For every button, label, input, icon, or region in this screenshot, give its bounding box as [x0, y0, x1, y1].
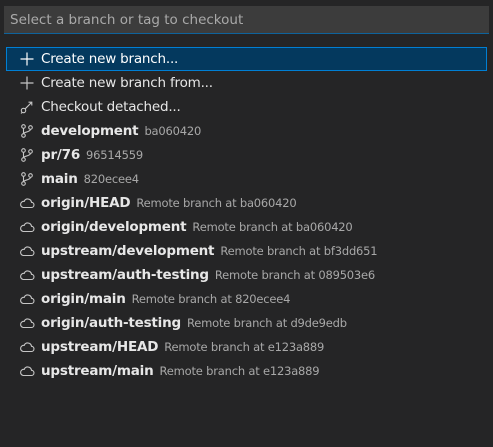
branch-list-item-label: Create new branch from... [41, 75, 213, 91]
plus-icon [18, 50, 36, 68]
branch-list-item-description: Remote branch at d9de9edb [186, 316, 347, 330]
branch-quick-pick: Create new branch... Create new branch fr… [0, 0, 493, 447]
branch-filter-input-box [4, 6, 489, 34]
branch-list-item[interactable]: origin/main Remote branch at 820ecee4 [0, 287, 493, 311]
branch-list-item-description: Remote branch at ba060420 [192, 220, 353, 234]
plus-icon [18, 74, 36, 92]
branch-list-item[interactable]: main 820ecee4 [0, 167, 493, 191]
cloud-icon [18, 362, 36, 380]
cloud-icon [18, 266, 36, 284]
branch-list-item[interactable]: origin/development Remote branch at ba060… [0, 215, 493, 239]
branch-list-item-description: Remote branch at ba060420 [136, 196, 297, 210]
branch-list-item[interactable]: origin/auth-testing Remote branch at d9de… [0, 311, 493, 335]
branch-list-item[interactable]: upstream/development Remote branch at bf3… [0, 239, 493, 263]
branch-list-item-label: upstream/development [41, 243, 215, 259]
branch-list-item-description: Remote branch at e123a889 [159, 364, 320, 378]
branch-filter-input[interactable] [4, 6, 489, 33]
branch-list-item-label: origin/HEAD [41, 195, 131, 211]
branch-list-item-label: upstream/auth-testing [41, 267, 209, 283]
branch-list-item[interactable]: pr/76 96514559 [0, 143, 493, 167]
branch-list-item-label: Create new branch... [41, 51, 179, 67]
branch-list-item-label: origin/main [41, 291, 126, 307]
cloud-icon [18, 242, 36, 260]
cloud-icon [18, 314, 36, 332]
git-commit-detached-icon [18, 98, 36, 116]
branch-list-item[interactable]: upstream/HEAD Remote branch at e123a889 [0, 335, 493, 359]
branch-list-item-label: development [41, 123, 139, 139]
branch-list-item-label: pr/76 [41, 147, 81, 163]
branch-list-item-label: upstream/HEAD [41, 339, 159, 355]
branch-list-item[interactable]: upstream/main Remote branch at e123a889 [0, 359, 493, 383]
branch-list-item[interactable]: development ba060420 [0, 119, 493, 143]
branch-list-item-label: origin/auth-testing [41, 315, 181, 331]
branch-list-item-label: upstream/main [41, 363, 154, 379]
cloud-icon [18, 290, 36, 308]
branch-list-item[interactable]: Create new branch... [6, 47, 487, 71]
branch-list-item-description: 96514559 [86, 148, 143, 162]
git-branch-icon [18, 170, 36, 188]
cloud-icon [18, 338, 36, 356]
branch-list-item-description: Remote branch at 820ecee4 [131, 292, 291, 306]
git-branch-icon [18, 146, 36, 164]
branch-list-item-description: Remote branch at bf3dd651 [220, 244, 378, 258]
branch-list-item-label: origin/development [41, 219, 187, 235]
branch-list-item-description: Remote branch at e123a889 [164, 340, 325, 354]
branch-list-item[interactable]: Checkout detached... [0, 95, 493, 119]
branch-list-item[interactable]: origin/HEAD Remote branch at ba060420 [0, 191, 493, 215]
branch-list-item[interactable]: upstream/auth-testing Remote branch at 08… [0, 263, 493, 287]
branch-list-item-description: ba060420 [144, 124, 202, 138]
cloud-icon [18, 194, 36, 212]
cloud-icon [18, 218, 36, 236]
git-branch-icon [18, 122, 36, 140]
branch-list-item[interactable]: Create new branch from... [0, 71, 493, 95]
branch-list-item-description: 820ecee4 [83, 172, 139, 186]
branch-list-item-description: Remote branch at 089503e6 [214, 268, 376, 282]
branch-list-item-label: Checkout detached... [41, 99, 181, 115]
branch-list-item-label: main [41, 171, 78, 187]
branch-list: Create new branch... Create new branch fr… [0, 47, 493, 447]
